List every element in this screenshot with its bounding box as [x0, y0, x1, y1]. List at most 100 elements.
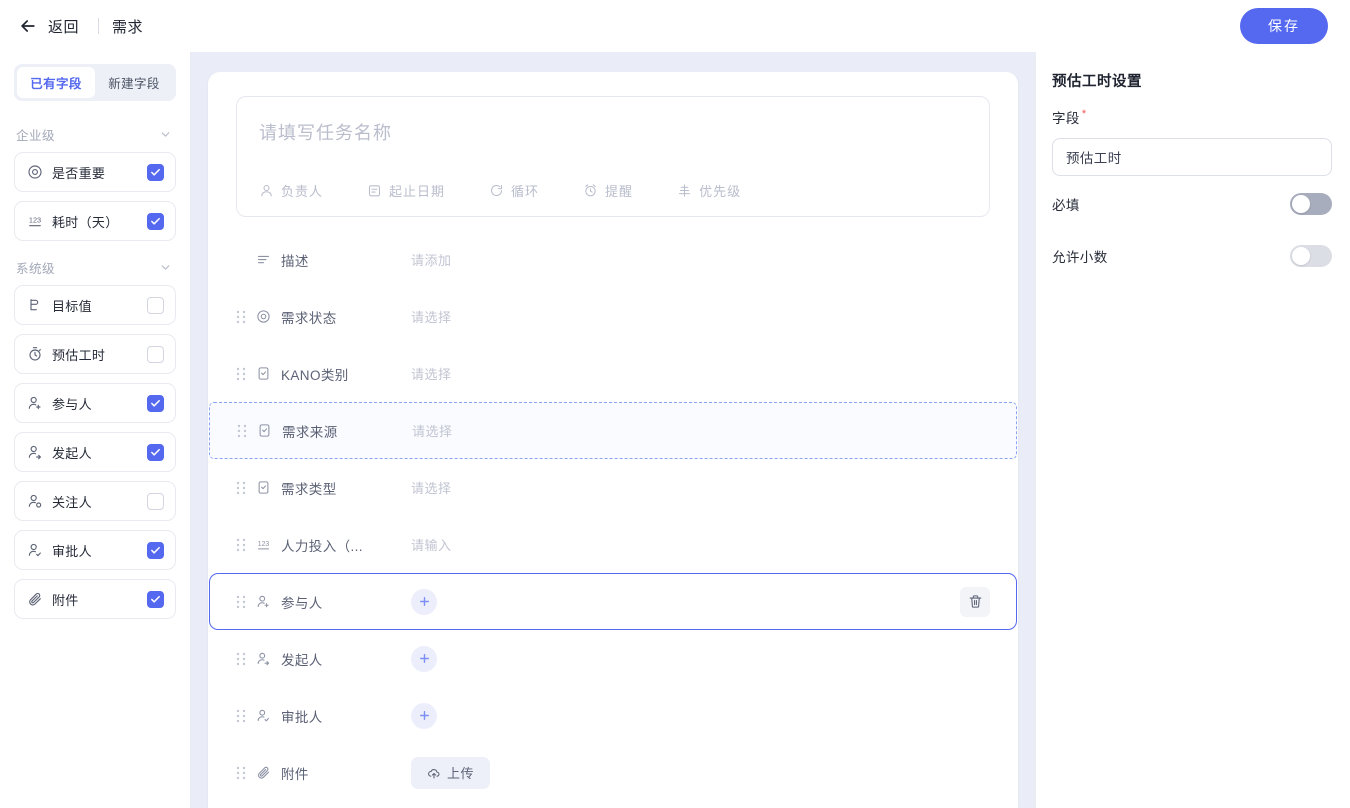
sidebar-field-label: 是否重要 [52, 165, 106, 181]
sidebar-field-checkbox[interactable] [147, 212, 164, 230]
sidebar-field-label: 审批人 [52, 543, 92, 559]
plus-icon [419, 597, 429, 606]
form-row-attachment[interactable]: 附件 上传 [236, 744, 990, 801]
sidebar-field-checkbox[interactable] [147, 492, 164, 510]
back-button[interactable]: 返回 [12, 12, 85, 41]
sidebar-field-checkbox[interactable] [147, 345, 164, 363]
sidebar-field-item-estimated-hours[interactable]: 预估工时 [14, 334, 176, 374]
topbar-divider [98, 18, 100, 34]
form-row-label: 附件 [281, 766, 309, 782]
sidebar-field-checkbox[interactable] [147, 590, 164, 608]
required-toggle[interactable] [1290, 193, 1332, 215]
form-row-value[interactable]: 请选择 [412, 421, 453, 440]
check-icon [151, 595, 160, 603]
allow-decimal-toggle[interactable] [1290, 245, 1332, 267]
save-button[interactable]: 保存 [1240, 8, 1328, 44]
form-row-requirement-status[interactable]: 需求状态 请选择 [236, 288, 990, 345]
add-approver-button[interactable] [411, 702, 437, 729]
chip-priority[interactable]: 优先级 [677, 181, 741, 200]
chip-reminder[interactable]: 提醒 [583, 181, 633, 200]
form-row-requirement-source[interactable]: 需求来源 请选择 [209, 402, 1017, 459]
sidebar-field-checkbox[interactable] [147, 296, 164, 314]
form-row-participants[interactable]: 参与人 [209, 573, 1017, 630]
chip-recurrence[interactable]: 循环 [489, 181, 539, 200]
sidebar-field-label: 关注人 [52, 494, 92, 510]
cloud-upload-icon [428, 768, 440, 778]
sidebar-field-label: 参与人 [52, 396, 92, 412]
task-name-input[interactable]: 请填写任务名称 [259, 119, 967, 145]
drag-handle[interactable] [236, 481, 246, 495]
upload-button[interactable]: 上传 [411, 756, 491, 789]
field-settings-panel: 预估工时设置 字段* 必填 允许小数 [1036, 52, 1350, 808]
chip-owner[interactable]: 负责人 [259, 181, 323, 200]
drag-handle[interactable] [236, 367, 246, 381]
drag-handle[interactable] [236, 652, 246, 666]
drag-handle[interactable] [236, 766, 246, 780]
drag-handle[interactable] [237, 424, 247, 438]
task-form-card: 请填写任务名称 负责人 起止日期 循环 提醒 优先级 描述 请添加 需求状态 请… [208, 72, 1018, 808]
form-row-label: 描述 [281, 253, 309, 269]
form-row-kano-category[interactable]: KANO类别 请选择 [236, 345, 990, 402]
sidebar-field-item-attachment[interactable]: 附件 [14, 579, 176, 619]
drag-dots-icon [236, 652, 246, 665]
sidebar-field-label: 耗时（天） [52, 214, 119, 230]
form-row-requirement-type[interactable]: 需求类型 请选择 [236, 459, 990, 516]
sidebar-field-item-participants[interactable]: 参与人 [14, 383, 176, 423]
form-row-value[interactable]: 请选择 [411, 478, 452, 497]
form-row-value[interactable]: 请添加 [411, 250, 452, 269]
add-initiator-button[interactable] [411, 645, 437, 672]
check-icon [151, 448, 160, 456]
drag-handle[interactable] [236, 538, 246, 552]
sidebar-field-item-target-value[interactable]: 目标值 [14, 285, 176, 325]
form-row-initiator[interactable]: 发起人 [236, 630, 990, 687]
sidebar-field-item-initiator[interactable]: 发起人 [14, 432, 176, 472]
sidebar-field-item-approver[interactable]: 审批人 [14, 530, 176, 570]
required-toggle-label: 必填 [1052, 198, 1080, 213]
tab-new-field[interactable]: 新建字段 [95, 67, 173, 98]
sidebar-field-item-followers[interactable]: 关注人 [14, 481, 176, 521]
plus-icon [419, 711, 429, 720]
field-name-input[interactable] [1052, 138, 1332, 176]
stopwatch-icon [29, 347, 41, 361]
alarm-icon [585, 184, 596, 197]
sidebar-field-item-duration[interactable]: 123 耗时（天） [14, 201, 176, 241]
arrow-left-icon [21, 20, 35, 32]
drag-handle[interactable] [236, 595, 246, 609]
drag-handle[interactable] [236, 310, 246, 324]
form-row-manpower-input[interactable]: 123 人力投入（... 请输入 [236, 516, 990, 573]
group-header-enterprise[interactable]: 企业级 [14, 117, 176, 152]
form-row-value[interactable]: 请输入 [411, 535, 452, 554]
sidebar-field-label: 预估工时 [52, 347, 106, 363]
sidebar-tabs: 已有字段 新建字段 [14, 64, 176, 101]
form-row-value[interactable]: 请选择 [411, 364, 452, 383]
drag-handle[interactable] [236, 709, 246, 723]
form-row-description[interactable]: 描述 请添加 [236, 231, 990, 288]
sidebar-field-checkbox[interactable] [147, 163, 164, 181]
form-row-value[interactable]: 请选择 [411, 307, 452, 326]
settings-panel-title: 预估工时设置 [1052, 74, 1142, 90]
toggle-knob [1292, 247, 1310, 265]
sidebar-field-checkbox[interactable] [147, 541, 164, 559]
svg-text:123: 123 [258, 541, 270, 548]
radio-target-icon [28, 165, 42, 179]
sidebar-field-item-importance[interactable]: 是否重要 [14, 152, 176, 192]
chip-date-range[interactable]: 起止日期 [367, 181, 445, 200]
form-row-label: 需求状态 [281, 310, 337, 326]
check-icon [151, 546, 160, 554]
app-root: 返回 需求 保存 已有字段 新建字段 企业级 是否重要 123 耗时（天） 系统… [0, 0, 1350, 808]
tab-existing-fields[interactable]: 已有字段 [17, 67, 95, 98]
drag-dots-icon [236, 766, 246, 779]
group-header-system[interactable]: 系统级 [14, 250, 176, 285]
drag-dots-icon [236, 481, 246, 494]
sidebar-field-checkbox[interactable] [147, 443, 164, 461]
chip-label: 循环 [511, 184, 540, 199]
form-row-approver[interactable]: 审批人 [236, 687, 990, 744]
chevron-down-icon [161, 132, 170, 137]
add-participant-button[interactable] [411, 588, 437, 615]
flag-priority-icon [679, 184, 691, 197]
drag-dots-icon [237, 424, 247, 437]
user-arrow-icon [257, 652, 270, 666]
sidebar-field-checkbox[interactable] [147, 394, 164, 412]
page-title: 需求 [112, 18, 144, 36]
delete-field-button[interactable] [960, 586, 990, 617]
